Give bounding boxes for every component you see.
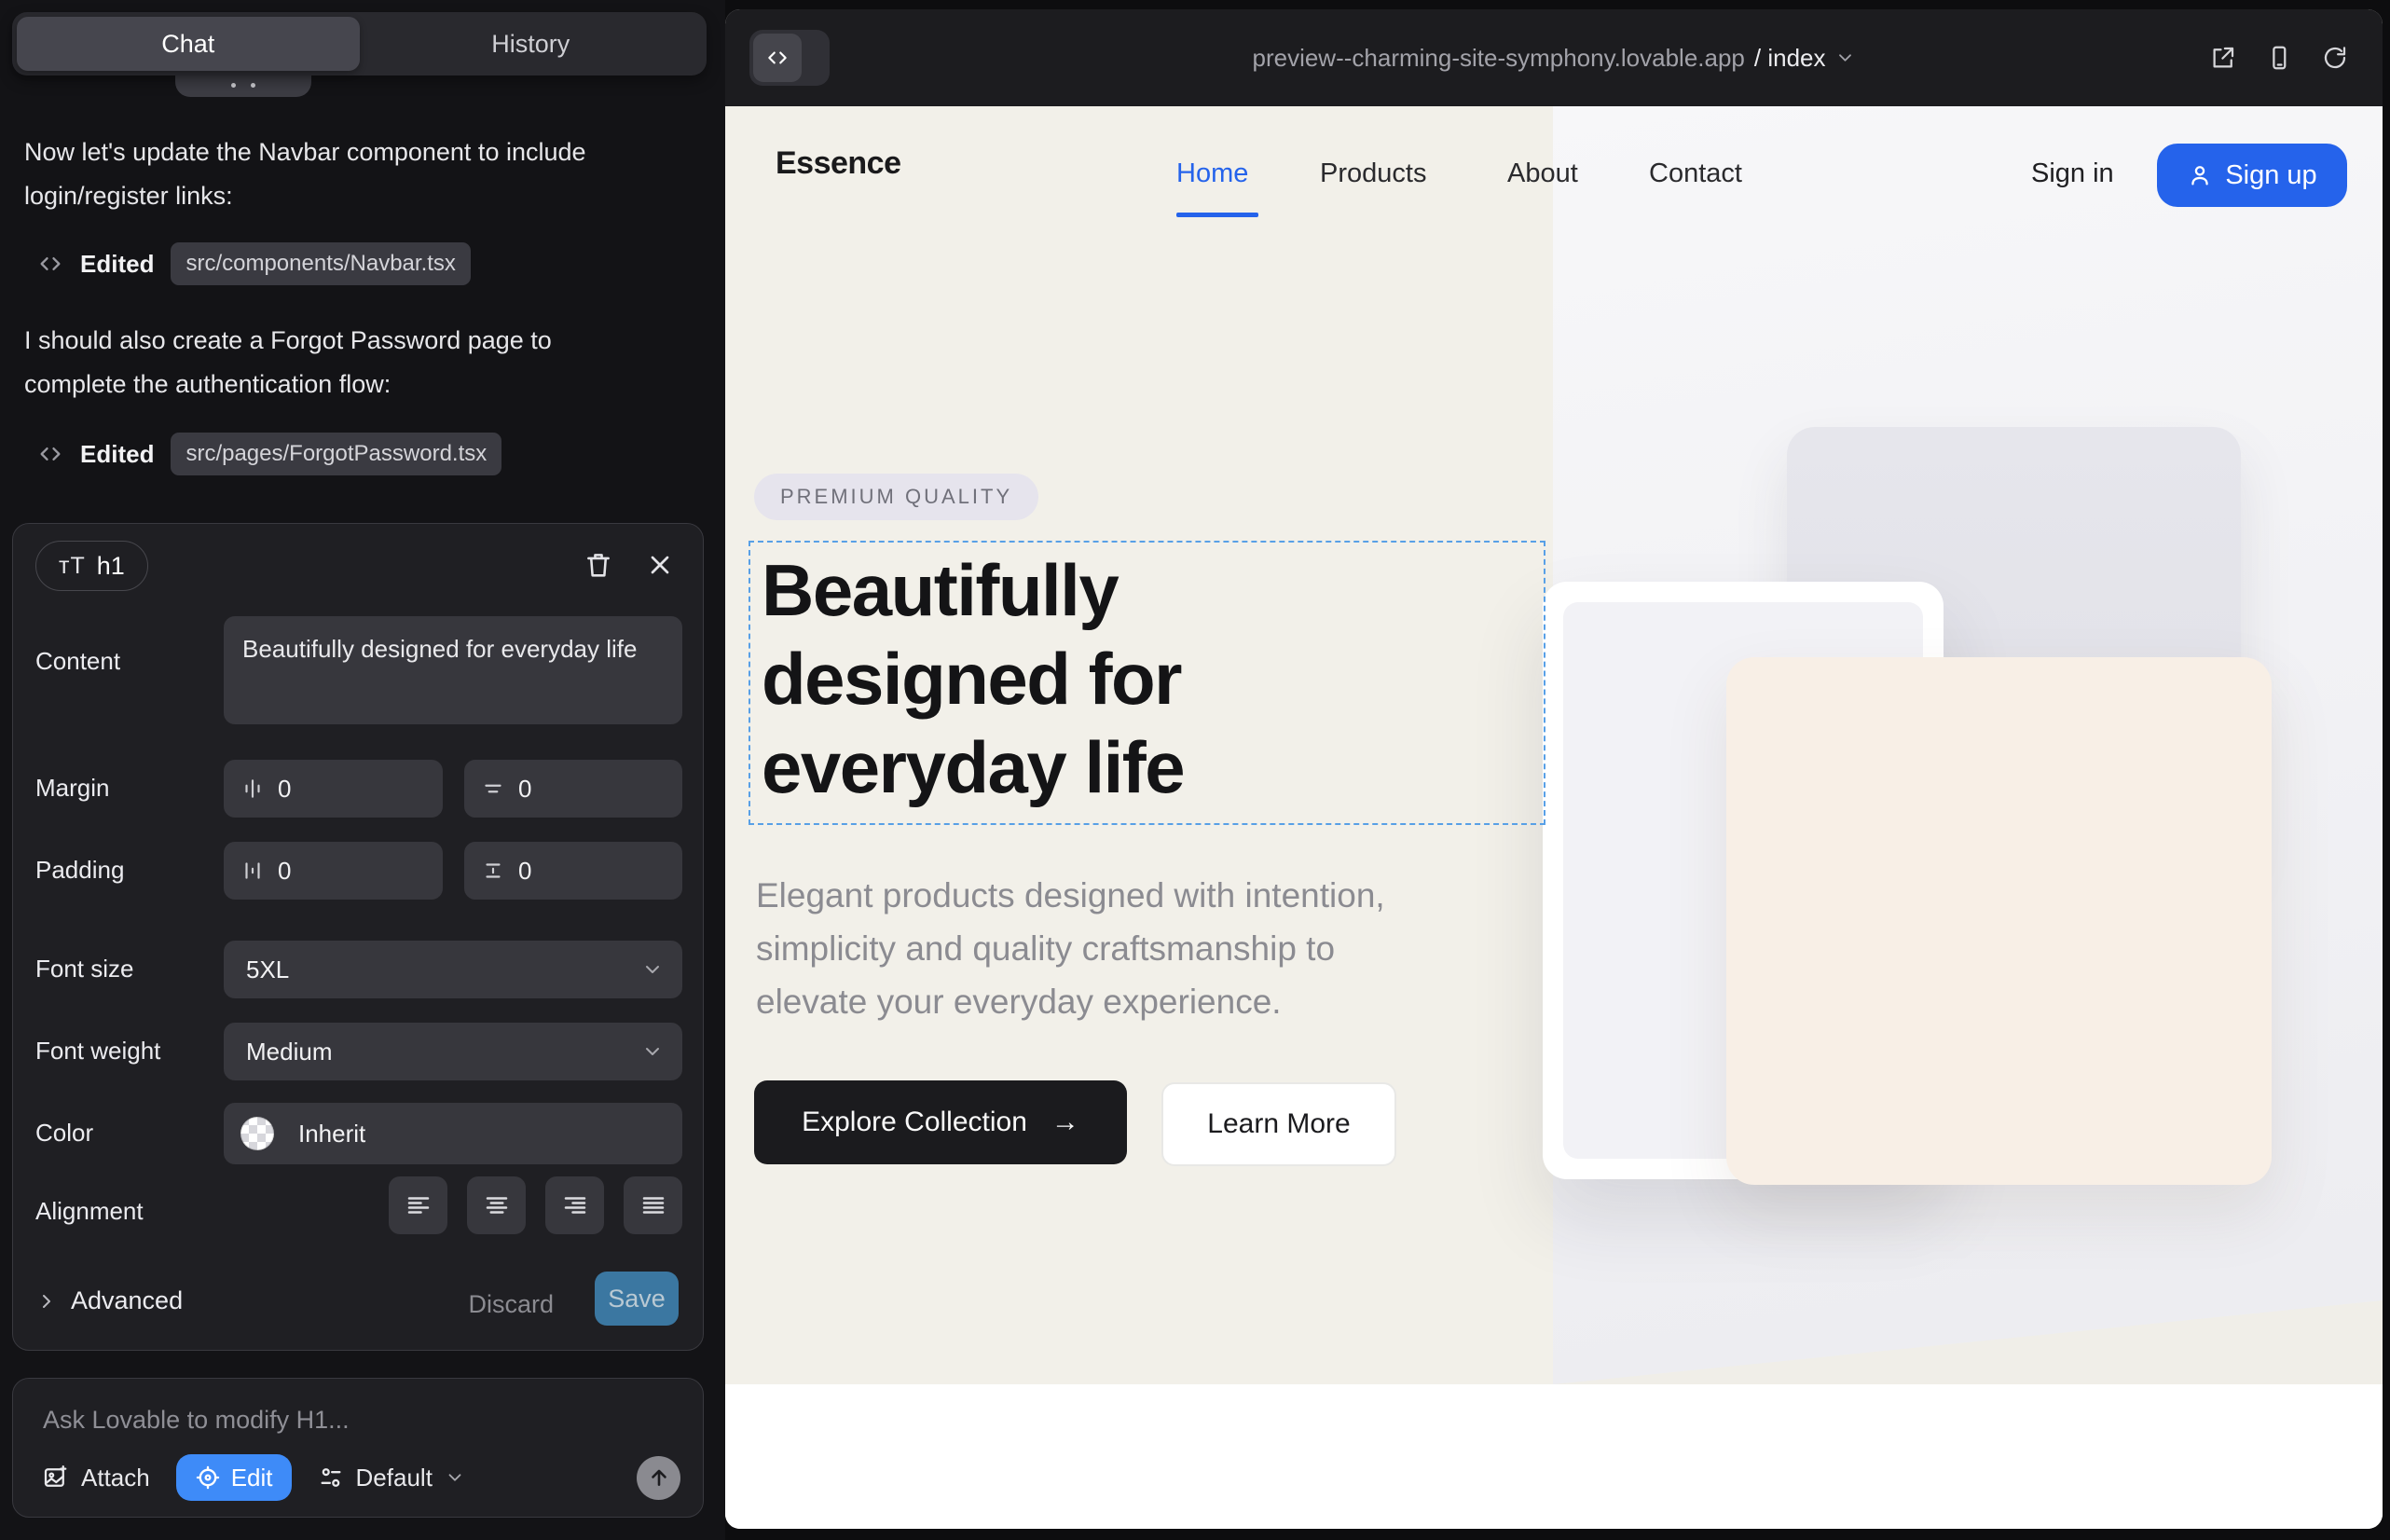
arrow-up-icon	[647, 1465, 671, 1490]
margin-vertical-icon	[481, 777, 505, 801]
padding-x-field[interactable]	[224, 842, 443, 900]
nav-link-about[interactable]: About	[1507, 158, 1578, 189]
color-swatch	[240, 1117, 274, 1150]
file-chip[interactable]: src/pages/ForgotPassword.tsx	[171, 433, 501, 475]
code-icon	[753, 34, 802, 82]
site-canvas: Essence Home Products About Contact Sign…	[725, 106, 2383, 1529]
sign-up-button[interactable]: Sign up	[2157, 144, 2347, 207]
premium-quality-badge: PREMIUM QUALITY	[754, 474, 1038, 520]
hero-heading: Beautifully designed for everyday life	[762, 546, 1184, 812]
site-logo[interactable]: Essence	[776, 145, 901, 182]
margin-y-input[interactable]	[518, 775, 666, 804]
align-left-button[interactable]	[389, 1176, 447, 1234]
type-icon: тT	[59, 553, 86, 580]
preview-toolbar: preview--charming-site-symphony.lovable.…	[725, 9, 2383, 106]
margin-label: Margin	[35, 774, 109, 803]
edit-mode-button[interactable]: Edit	[176, 1454, 292, 1501]
color-picker-field[interactable]: Inherit	[224, 1103, 682, 1164]
align-right-button[interactable]	[545, 1176, 604, 1234]
tag-label: h1	[97, 552, 125, 581]
chat-sidebar: Chat History Now let's update the Navbar…	[0, 0, 725, 1540]
chat-history-tabs: Chat History	[12, 12, 707, 76]
align-center-button[interactable]	[467, 1176, 526, 1234]
discard-button[interactable]: Discard	[468, 1290, 554, 1319]
edited-label: Edited	[80, 440, 154, 469]
edited-file-row[interactable]: Edited src/components/Navbar.tsx	[37, 242, 471, 285]
mobile-view-icon[interactable]	[2265, 44, 2293, 72]
tab-chat[interactable]: Chat	[17, 17, 360, 71]
image-plus-icon	[41, 1464, 69, 1492]
crosshair-icon	[195, 1464, 221, 1491]
alignment-label: Alignment	[35, 1197, 144, 1226]
refresh-icon[interactable]	[2321, 44, 2349, 72]
chevron-down-icon	[641, 1040, 664, 1063]
truncated-message-bubble	[175, 73, 311, 97]
mode-select[interactable]: Default	[318, 1464, 465, 1492]
attach-button[interactable]: Attach	[41, 1464, 150, 1492]
content-label: Content	[35, 647, 120, 676]
learn-more-button[interactable]: Learn More	[1161, 1082, 1396, 1166]
padding-label: Padding	[35, 856, 124, 885]
active-nav-underline	[1176, 213, 1258, 217]
padding-vertical-icon	[481, 859, 505, 883]
font-size-label: Font size	[35, 955, 134, 983]
arrow-right-icon: →	[1051, 1107, 1079, 1138]
chat-prompt-input[interactable]	[43, 1399, 602, 1440]
open-external-icon[interactable]	[2209, 44, 2237, 72]
delete-element-button[interactable]	[580, 546, 617, 584]
element-editor-panel: тT h1 Content Beautifully designed for e…	[12, 523, 704, 1351]
section-below-hero	[725, 1384, 2383, 1529]
font-size-select[interactable]: 5XL	[224, 941, 682, 998]
nav-link-home[interactable]: Home	[1176, 158, 1248, 189]
explore-collection-button[interactable]: Explore Collection →	[754, 1080, 1127, 1164]
assistant-message: Now let's update the Navbar component to…	[24, 131, 630, 218]
margin-y-field[interactable]	[464, 760, 682, 818]
padding-x-input[interactable]	[278, 857, 426, 886]
preview-window: preview--charming-site-symphony.lovable.…	[725, 9, 2383, 1529]
chevron-right-icon	[35, 1290, 58, 1313]
url-breadcrumb[interactable]: preview--charming-site-symphony.lovable.…	[1252, 9, 1855, 106]
padding-horizontal-icon	[240, 859, 265, 883]
code-preview-toggle[interactable]	[749, 30, 830, 86]
nav-link-products[interactable]: Products	[1320, 158, 1426, 189]
margin-x-field[interactable]	[224, 760, 443, 818]
code-icon	[37, 251, 63, 277]
send-button[interactable]	[637, 1456, 680, 1500]
advanced-toggle[interactable]: Advanced	[35, 1286, 183, 1315]
selected-h1-element[interactable]: Beautifully designed for everyday life	[749, 541, 1545, 825]
align-justify-button[interactable]	[624, 1176, 682, 1234]
close-panel-button[interactable]	[641, 546, 679, 584]
nav-link-contact[interactable]: Contact	[1649, 158, 1742, 189]
chat-input-panel: Attach Edit Default	[12, 1378, 704, 1518]
font-weight-label: Font weight	[35, 1037, 160, 1066]
file-chip[interactable]: src/components/Navbar.tsx	[171, 242, 470, 285]
sliders-icon	[318, 1464, 344, 1491]
hero-card-cream	[1726, 657, 2272, 1185]
user-icon	[2187, 162, 2213, 188]
chevron-down-icon	[1835, 48, 1856, 68]
chevron-down-icon	[445, 1467, 465, 1488]
sign-in-link[interactable]: Sign in	[2031, 158, 2114, 189]
chat-toolbar: Attach Edit Default	[41, 1453, 680, 1502]
edited-file-row[interactable]: Edited src/pages/ForgotPassword.tsx	[37, 433, 501, 475]
padding-y-field[interactable]	[464, 842, 682, 900]
edited-label: Edited	[80, 250, 154, 279]
site-navbar: Essence Home Products About Contact Sign…	[725, 106, 2383, 246]
margin-x-input[interactable]	[278, 775, 426, 804]
margin-horizontal-icon	[240, 777, 265, 801]
chevron-down-icon	[641, 958, 664, 981]
content-input[interactable]: Beautifully designed for everyday life	[224, 616, 682, 724]
hero-paragraph: Elegant products designed with intention…	[756, 869, 1436, 1028]
font-weight-select[interactable]: Medium	[224, 1023, 682, 1080]
tab-history[interactable]: History	[360, 17, 703, 71]
assistant-message: I should also create a Forgot Password p…	[24, 319, 630, 406]
color-label: Color	[35, 1119, 93, 1148]
selected-element-tag: тT h1	[35, 541, 148, 591]
padding-y-input[interactable]	[518, 857, 666, 886]
save-button[interactable]: Save	[595, 1272, 679, 1326]
code-icon	[37, 441, 63, 467]
